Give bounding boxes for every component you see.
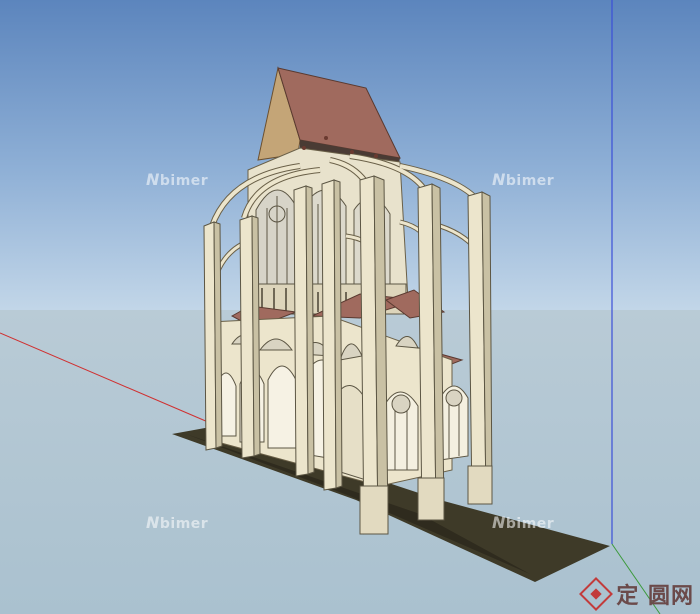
watermark-bottom-right: Nbimer: [492, 513, 555, 532]
watermark-bottom-left: Nbimer: [146, 513, 209, 532]
model-canvas[interactable]: [0, 0, 700, 614]
diamond-logo-icon: [579, 577, 614, 611]
watermark-top-right: Nbimer: [492, 170, 555, 189]
brand-watermark: 定 圆网: [579, 577, 694, 611]
brand-label: 定 圆网: [616, 584, 694, 609]
red-axis-line: [0, 332, 209, 423]
watermark-top-left: Nbimer: [146, 170, 209, 189]
sketchup-viewport[interactable]: Nbimer Nbimer Nbimer Nbimer 定 圆网: [0, 0, 700, 614]
